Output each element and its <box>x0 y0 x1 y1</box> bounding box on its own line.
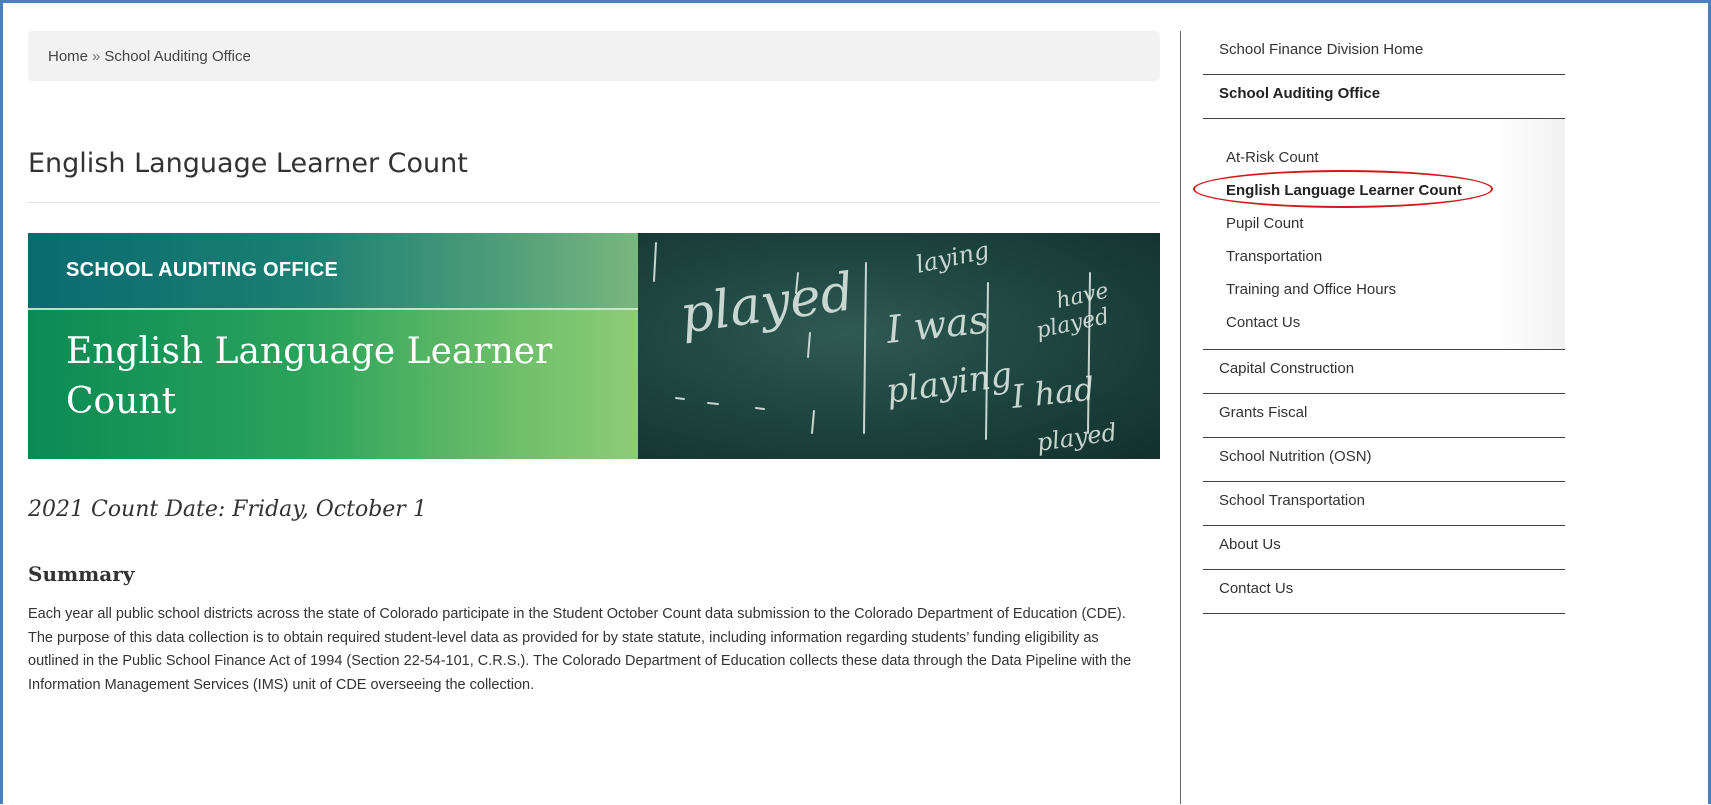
chalk-word: played <box>676 262 857 346</box>
chalkboard-writing: played I was playing I had played have p… <box>653 236 1119 457</box>
page-title: English Language Learner Count <box>28 148 468 179</box>
banner-headline: English Language Learner Count <box>66 331 553 422</box>
sidebar-item-capital-construction[interactable]: Capital Construction <box>1203 350 1565 394</box>
subnav-item-ell-count-label: English Language Learner Count <box>1226 182 1462 199</box>
breadcrumb-current: School Auditing Office <box>104 47 251 65</box>
breadcrumb-home-link[interactable]: Home <box>48 48 88 65</box>
browser-frame: Home » School Auditing Office English La… <box>0 0 1711 804</box>
chalk-word: I had <box>1009 369 1096 416</box>
sidebar-item-school-nutrition[interactable]: School Nutrition (OSN) <box>1203 438 1565 482</box>
sidebar-item-school-transportation[interactable]: School Transportation <box>1203 482 1565 526</box>
sidebar-item-grants-fiscal[interactable]: Grants Fiscal <box>1203 394 1565 438</box>
chalkboard-image: played I was playing I had played have p… <box>638 233 1160 459</box>
hero-banner: SCHOOL AUDITING OFFICE English Language … <box>28 233 1160 459</box>
breadcrumb-separator: » <box>92 47 101 65</box>
sidebar-item-contact-us[interactable]: Contact Us <box>1203 570 1565 614</box>
sidebar-item-school-finance-home[interactable]: School Finance Division Home <box>1203 31 1565 75</box>
subnav-item-transportation[interactable]: Transportation <box>1203 240 1565 273</box>
banner-divider <box>28 308 638 310</box>
breadcrumb: Home » School Auditing Office <box>28 31 1160 81</box>
title-divider <box>28 202 1160 203</box>
sidebar-item-about-us[interactable]: About Us <box>1203 526 1565 570</box>
banner-kicker: SCHOOL AUDITING OFFICE <box>66 259 339 281</box>
chalk-word: laying <box>913 236 991 279</box>
chalk-word: playing <box>884 355 1015 412</box>
subnav-item-at-risk-count[interactable]: At-Risk Count <box>1203 141 1565 174</box>
subnav-item-ell-count[interactable]: English Language Learner Count <box>1193 170 1565 208</box>
summary-paragraph: Each year all public school districts ac… <box>28 606 1132 693</box>
main-content: Home » School Auditing Office English La… <box>28 31 1160 693</box>
summary-heading: Summary <box>28 562 135 586</box>
subnav-item-training-office-hours[interactable]: Training and Office Hours <box>1203 273 1565 306</box>
sidebar-item-school-auditing-office[interactable]: School Auditing Office <box>1203 75 1565 119</box>
count-date-heading: 2021 Count Date: Friday, October 1 <box>28 497 427 522</box>
chalk-word: I was <box>883 298 990 353</box>
subnav-item-pupil-count[interactable]: Pupil Count <box>1203 207 1565 240</box>
sidebar-subnav: At-Risk Count English Language Learner C… <box>1193 119 1565 350</box>
sidebar-nav: School Finance Division Home School Audi… <box>1193 31 1565 614</box>
chalk-word: played <box>1035 418 1119 457</box>
column-separator <box>1180 31 1181 804</box>
subnav-item-contact-us[interactable]: Contact Us <box>1203 306 1565 339</box>
